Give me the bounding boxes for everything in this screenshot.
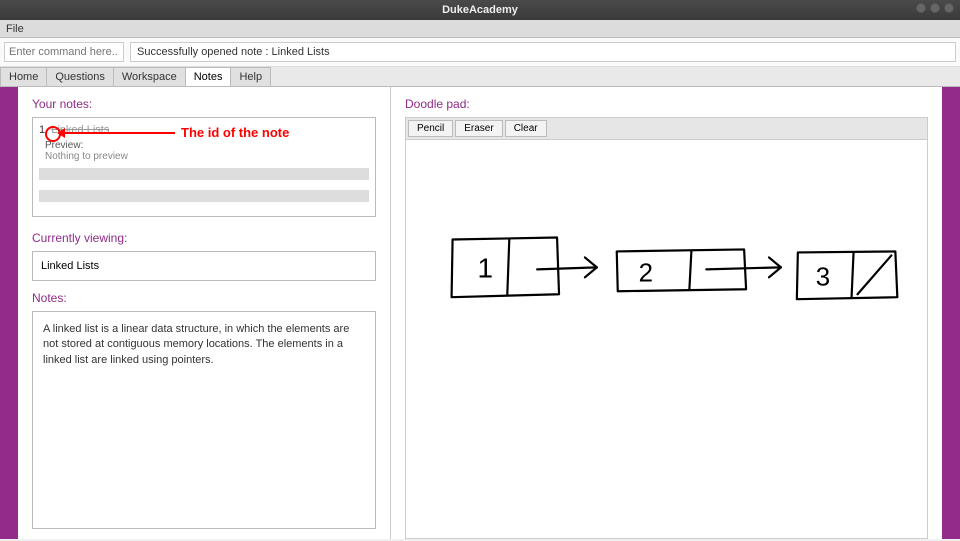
your-notes-heading: Your notes:: [32, 97, 376, 111]
tab-notes[interactable]: Notes: [185, 67, 232, 86]
doodle-heading: Doodle pad:: [405, 97, 928, 111]
right-accent-band: [942, 87, 960, 539]
notes-body[interactable]: A linked list is a linear data structure…: [32, 311, 376, 529]
clear-button[interactable]: Clear: [505, 120, 547, 137]
annotation-arrow-icon: [63, 132, 175, 134]
window-title: DukeAcademy: [442, 4, 518, 16]
tab-bar: Home Questions Workspace Notes Help: [0, 67, 960, 87]
left-pane: Your notes: 1. Linked Lists The id of th…: [18, 87, 390, 539]
tab-home[interactable]: Home: [0, 67, 47, 86]
annotation-label: The id of the note: [181, 125, 289, 140]
menu-file[interactable]: File: [6, 23, 24, 35]
window-controls: [916, 3, 954, 13]
list-separator: [39, 168, 369, 180]
status-message: Successfully opened note : Linked Lists: [130, 42, 956, 62]
doodle-toolbar: Pencil Eraser Clear: [405, 117, 928, 139]
right-pane: Doodle pad: Pencil Eraser Clear 1: [391, 87, 942, 539]
menubar: File: [0, 20, 960, 38]
svg-text:2: 2: [639, 259, 653, 287]
notes-list: 1. Linked Lists The id of the note Previ…: [32, 117, 376, 217]
doodle-drawing: 1 2 3: [406, 140, 927, 538]
left-accent-band: [0, 87, 18, 539]
command-input[interactable]: [4, 42, 124, 62]
svg-text:3: 3: [816, 263, 830, 291]
notes-heading: Notes:: [32, 291, 376, 305]
eraser-button[interactable]: Eraser: [455, 120, 502, 137]
work-area: Your notes: 1. Linked Lists The id of th…: [0, 87, 960, 539]
svg-text:1: 1: [477, 252, 493, 283]
tab-questions[interactable]: Questions: [46, 67, 114, 86]
window-titlebar: DukeAcademy: [0, 0, 960, 20]
doodle-canvas[interactable]: 1 2 3: [405, 139, 928, 539]
close-icon[interactable]: [944, 3, 954, 13]
currently-viewing-box: Linked Lists: [32, 251, 376, 281]
minimize-icon[interactable]: [916, 3, 926, 13]
list-item[interactable]: 1. Linked Lists The id of the note: [39, 124, 369, 136]
command-row: Successfully opened note : Linked Lists: [0, 38, 960, 67]
currently-viewing-value: Linked Lists: [41, 260, 99, 272]
preview-text: Nothing to preview: [39, 151, 369, 162]
maximize-icon[interactable]: [930, 3, 940, 13]
notes-text: A linked list is a linear data structure…: [43, 323, 349, 366]
tab-help[interactable]: Help: [230, 67, 271, 86]
currently-viewing-heading: Currently viewing:: [32, 231, 376, 245]
list-separator: [39, 190, 369, 202]
preview-label: Preview:: [39, 140, 369, 151]
tab-workspace[interactable]: Workspace: [113, 67, 186, 86]
pencil-button[interactable]: Pencil: [408, 120, 453, 137]
status-text: Successfully opened note : Linked Lists: [137, 46, 330, 58]
